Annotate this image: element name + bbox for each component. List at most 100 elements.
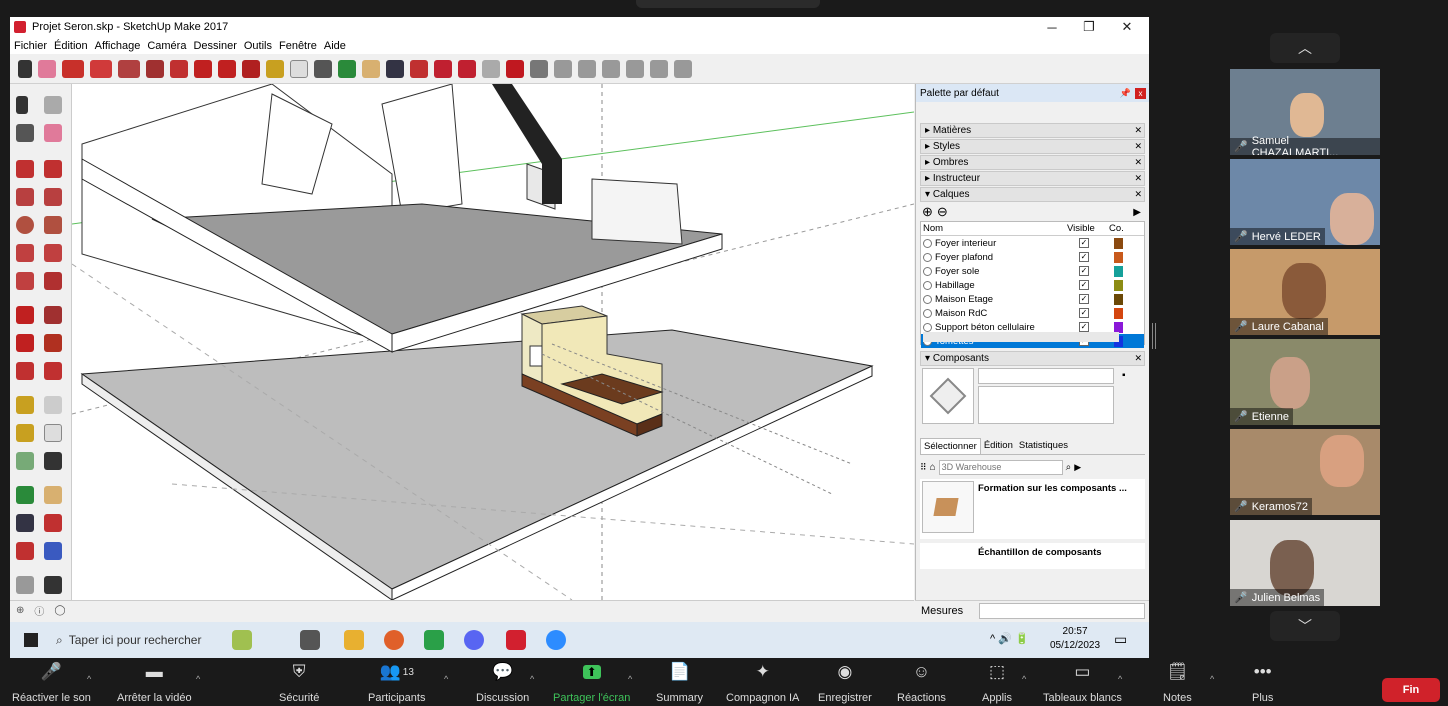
component-description-field[interactable] <box>978 386 1114 424</box>
active-layer-radio[interactable] <box>923 238 932 248</box>
layer-color-swatch[interactable] <box>1114 321 1123 333</box>
user-icon[interactable]: ◯ <box>54 605 65 616</box>
scroll-down-button[interactable]: ﹀ <box>1270 611 1340 641</box>
windows-start-icon[interactable] <box>24 633 38 647</box>
participant-tile[interactable]: 🎤 Laure Cabanal <box>1230 249 1380 335</box>
tray-matieres[interactable]: ▸ Matières ✕ <box>920 123 1145 138</box>
libreoffice-calc-icon[interactable] <box>424 630 444 650</box>
eraser-icon[interactable] <box>44 124 62 142</box>
chevron-up-icon[interactable]: ^ <box>530 674 534 684</box>
visible-checkbox[interactable]: ✓ <box>1079 252 1089 262</box>
model-viewport[interactable] <box>72 84 914 600</box>
tray-calques[interactable]: ▾ Calques ✕ <box>920 187 1145 202</box>
scroll-up-button[interactable]: ︿ <box>1270 33 1340 63</box>
widgets-icon[interactable] <box>232 630 252 650</box>
stop-video-button[interactable]: ▬ Arrêter la vidéo <box>117 658 192 704</box>
scale-icon[interactable] <box>16 362 34 380</box>
visible-checkbox[interactable]: ✓ <box>1079 266 1089 276</box>
circle-icon[interactable] <box>16 216 34 234</box>
move-icon[interactable] <box>16 306 34 324</box>
participant-tile[interactable]: 🎤 Etienne <box>1230 339 1380 425</box>
tray-close-icon[interactable]: ✕ <box>1134 173 1142 184</box>
view-front-icon[interactable] <box>602 59 620 78</box>
look-around-icon[interactable] <box>44 576 62 594</box>
eraser-tool-icon[interactable] <box>38 59 56 78</box>
rectangle-icon[interactable] <box>16 188 34 206</box>
apps-button[interactable]: ⬚ Applis <box>982 658 1012 704</box>
chevron-up-icon[interactable]: ^ <box>87 674 91 684</box>
menu-affichage[interactable]: Affichage <box>95 40 141 52</box>
menu-fichier[interactable]: Fichier <box>14 40 47 52</box>
tray-ombres[interactable]: ▸ Ombres ✕ <box>920 155 1145 170</box>
view-options-icon[interactable]: ⠿ <box>920 462 927 473</box>
tray-close-icon[interactable]: ✕ <box>1134 157 1142 168</box>
search-icon[interactable]: ⌕ <box>1066 462 1072 473</box>
close-button[interactable]: ✕ <box>1110 17 1144 37</box>
layers-hscrollbar[interactable] <box>923 332 1119 342</box>
pushpull-tool-icon[interactable] <box>146 59 164 78</box>
get-models-icon[interactable] <box>482 59 500 78</box>
select-icon[interactable] <box>16 96 28 114</box>
add-layer-icon[interactable]: ⊕ <box>922 204 933 220</box>
layer-row[interactable]: Habillage ✓ <box>921 278 1144 292</box>
menu-aide[interactable]: Aide <box>324 40 346 52</box>
tray-close-icon[interactable]: ✕ <box>1134 189 1142 200</box>
chevron-up-icon[interactable]: ^ <box>444 674 448 684</box>
layer-color-swatch[interactable] <box>1114 265 1123 277</box>
visible-checkbox[interactable]: ✓ <box>1079 322 1089 332</box>
layer-details-icon[interactable]: ▶ <box>1133 207 1141 218</box>
unmute-button[interactable]: 🎤 Réactiver le son <box>12 658 91 704</box>
move-tool-icon[interactable] <box>194 59 212 78</box>
layer-row[interactable]: Foyer sole ✓ <box>921 264 1144 278</box>
whiteboards-button[interactable]: ▭ Tableaux blancs <box>1043 658 1122 704</box>
zoom-extents-left-icon[interactable] <box>16 542 34 560</box>
dimension-icon[interactable] <box>44 396 62 414</box>
participant-tile[interactable]: 🎤 Julien Belmas <box>1230 520 1380 606</box>
rotate-icon[interactable] <box>16 334 34 352</box>
layout-icon[interactable] <box>530 59 548 78</box>
tab-edition[interactable]: Édition <box>981 438 1016 454</box>
text-icon[interactable] <box>44 424 62 442</box>
followme-tool-icon[interactable] <box>170 59 188 78</box>
view-back-icon[interactable] <box>650 59 668 78</box>
participants-button[interactable]: 👥 13 Participants <box>368 658 425 704</box>
warehouse-icon[interactable] <box>434 59 452 78</box>
layer-color-swatch[interactable] <box>1114 279 1123 291</box>
file-explorer-icon[interactable] <box>344 630 364 650</box>
pencil-icon[interactable] <box>16 160 34 178</box>
layer-color-swatch[interactable] <box>1114 307 1123 319</box>
warehouse-search-input[interactable] <box>938 459 1063 475</box>
tape-icon[interactable] <box>16 396 34 414</box>
zoom-extents-icon[interactable] <box>410 59 428 78</box>
extension-warehouse-icon[interactable] <box>506 59 524 78</box>
scale-tool-icon[interactable] <box>242 59 260 78</box>
participant-tile[interactable]: 🎤 Keramos72 <box>1230 429 1380 515</box>
rotated-rect-icon[interactable] <box>44 188 62 206</box>
pushpull-icon[interactable] <box>44 306 62 324</box>
sketchup-taskbar-icon[interactable] <box>506 630 526 650</box>
zoom-icon[interactable] <box>16 514 34 532</box>
3d-text-icon[interactable] <box>44 452 62 470</box>
axes-icon[interactable] <box>16 452 34 470</box>
menu-dessiner[interactable]: Dessiner <box>193 40 236 52</box>
paint-bucket-icon[interactable] <box>16 124 34 142</box>
active-layer-radio[interactable] <box>923 252 932 262</box>
menu-edition[interactable]: Édition <box>54 40 88 52</box>
firefox-icon[interactable] <box>384 630 404 650</box>
text-tool-icon[interactable] <box>290 59 308 78</box>
tray-close-icon[interactable]: ✕ <box>1134 125 1142 136</box>
visible-checkbox[interactable]: ✓ <box>1079 294 1089 304</box>
tab-statistiques[interactable]: Statistiques <box>1016 438 1071 454</box>
chevron-up-icon[interactable]: ^ <box>1210 674 1214 684</box>
visible-checkbox[interactable]: ✓ <box>1079 308 1089 318</box>
menu-fenetre[interactable]: Fenêtre <box>279 40 317 52</box>
pan-tool-icon[interactable] <box>362 59 380 78</box>
orbit-tool-icon[interactable] <box>338 59 356 78</box>
tray-composants[interactable]: ▾ Composants ✕ <box>920 351 1145 366</box>
zoom-window-icon[interactable] <box>44 514 62 532</box>
participant-tile[interactable]: 🎤 Hervé LEDER <box>1230 159 1380 245</box>
layer-color-swatch[interactable] <box>1114 251 1123 263</box>
active-layer-radio[interactable] <box>923 266 932 276</box>
info-icon[interactable]: ⓘ <box>34 603 44 618</box>
chat-button[interactable]: 💬 Discussion <box>476 658 529 704</box>
